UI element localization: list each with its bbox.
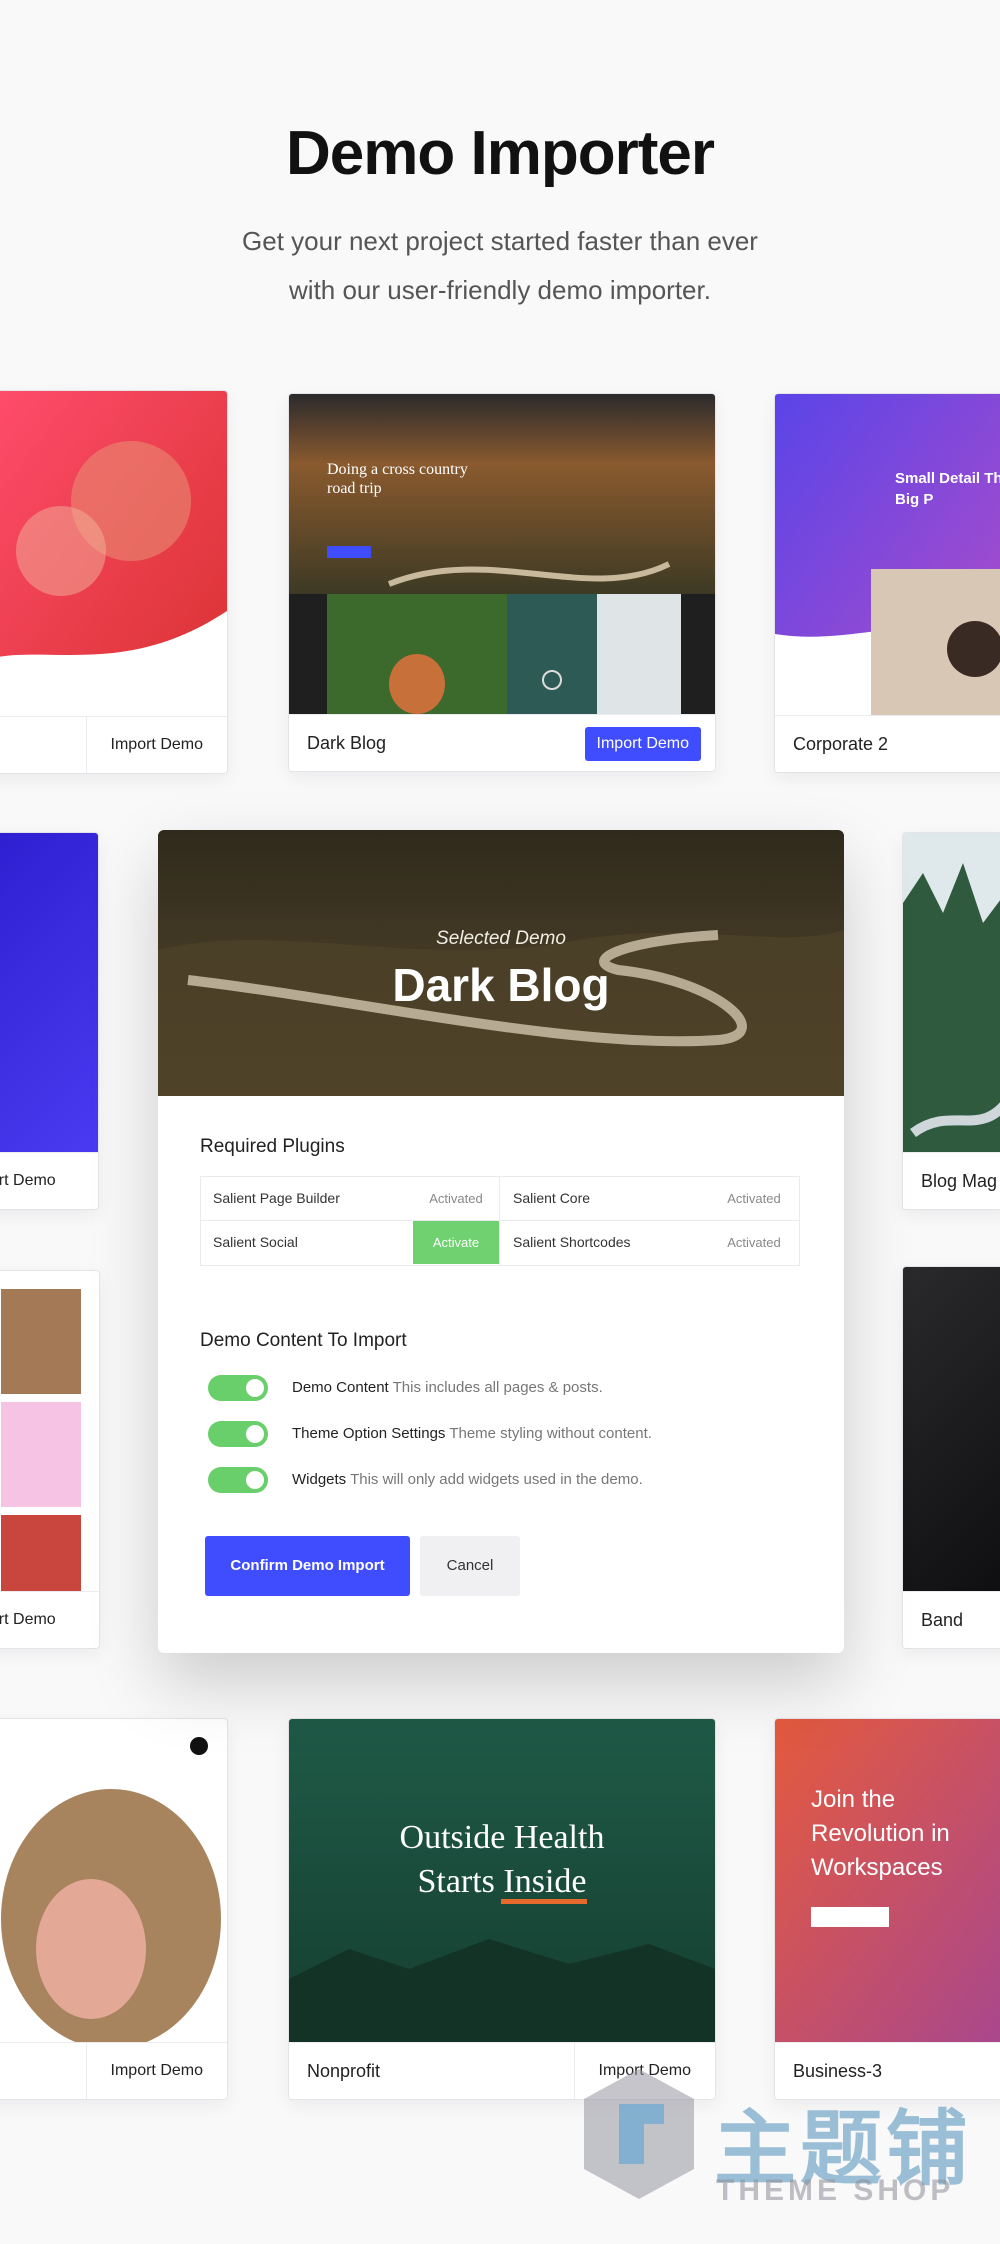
thumb-heading: Doing a cross country road trip: [327, 461, 468, 497]
demo-name: Corporate 2: [793, 734, 889, 754]
demo-card-footer: Band: [903, 1591, 1000, 1648]
demo-card-footer: Dark Blog Import Demo: [289, 714, 715, 771]
option-label: Demo Content: [292, 1379, 389, 1396]
demo-thumbnail: Outside Health Starts Inside: [289, 1719, 715, 2043]
option-desc: Theme styling without content.: [449, 1425, 652, 1442]
plugin-status: Activated: [727, 1191, 781, 1206]
modal-kicker: Selected Demo: [436, 928, 566, 949]
subtitle-line-1: Get your next project started faster tha…: [242, 226, 758, 256]
demo-card-footer: port Demo: [0, 1152, 98, 1209]
cancel-button[interactable]: Cancel: [420, 1536, 520, 1596]
thumb-heading-line-2: Starts Inside: [417, 1863, 587, 1900]
demo-card-footer: port Demo: [0, 1591, 99, 1648]
page-title: Demo Importer: [286, 119, 715, 188]
plugin-status: Activated: [429, 1191, 483, 1206]
demo-card-corporate-2[interactable]: Small Detail The Big P Corporate 2: [774, 393, 1000, 773]
watermark-en-text: THEME SHOP: [716, 2174, 955, 2207]
import-modal: Selected Demo Dark Blog Required Plugins…: [158, 830, 844, 1653]
demo-name: Blog Mag: [921, 1171, 998, 1191]
watermark-logo-icon: [584, 2069, 694, 2199]
import-demo-button[interactable]: Import Demo: [584, 727, 701, 761]
import-demo-button[interactable]: Import Demo: [85, 2043, 227, 2099]
plugin-name: Salient Social: [213, 1234, 298, 1250]
page-subtitle: Get your next project started faster tha…: [190, 217, 810, 315]
demo-card-business-3[interactable]: Join the Revolution in Workspaces Busine…: [774, 1718, 1000, 2100]
option-desc: This will only add widgets used in the d…: [350, 1471, 643, 1488]
import-demo-button[interactable]: port Demo: [0, 1592, 56, 1648]
option-label: Theme Option Settings: [292, 1425, 446, 1442]
plugin-status: Activated: [727, 1235, 781, 1250]
demo-card-bottom-left[interactable]: Import Demo: [0, 1718, 228, 2100]
subtitle-line-2: with our user-friendly demo importer.: [289, 275, 711, 305]
plugins-table: Salient Page Builder Activated Salient C…: [200, 1176, 800, 1266]
demo-content-title: Demo Content To Import: [200, 1330, 407, 1351]
plugin-name: Salient Page Builder: [213, 1190, 340, 1206]
plugin-name: Salient Core: [513, 1190, 591, 1206]
modal-title: Dark Blog: [392, 959, 610, 1011]
demo-card-dark-blog[interactable]: Doing a cross country road trip Dark Blo…: [288, 393, 716, 772]
option-theme-settings: Theme Option Settings Theme styling with…: [292, 1421, 652, 1447]
option-demo-content: Demo Content This includes all pages & p…: [292, 1375, 603, 1401]
modal-hero-image: Selected Demo Dark Blog: [158, 830, 844, 1096]
thumb-heading: Join the Revolution in Workspaces: [811, 1786, 950, 1881]
option-desc: This includes all pages & posts.: [392, 1379, 603, 1396]
activate-plugin-button[interactable]: Activate: [413, 1221, 499, 1264]
thumb-heading-line-1: Outside Health: [399, 1819, 605, 1856]
demo-card-footer: Corporate 2: [775, 715, 1000, 772]
demo-thumbnail: Doing a cross country road trip: [289, 394, 715, 715]
demo-thumbnail: [0, 391, 227, 717]
demo-content-toggle[interactable]: [208, 1375, 268, 1401]
option-label: Widgets: [292, 1471, 347, 1488]
demo-card-top-left[interactable]: Import Demo: [0, 390, 228, 774]
demo-card-lower-left[interactable]: port Demo: [0, 1270, 100, 1649]
demo-card-footer: Blog Mag: [903, 1152, 1000, 1209]
demo-name: Band: [921, 1610, 964, 1630]
demo-name: Nonprofit: [307, 2061, 381, 2081]
widgets-toggle[interactable]: [208, 1467, 268, 1493]
confirm-demo-import-button[interactable]: Confirm Demo Import: [205, 1536, 410, 1596]
demo-name: Dark Blog: [307, 733, 387, 753]
demo-thumbnail: [903, 833, 1000, 1153]
demo-card-mid-left[interactable]: port Demo: [0, 832, 99, 1210]
option-widgets: Widgets This will only add widgets used …: [292, 1467, 643, 1493]
demo-card-nonprofit[interactable]: Outside Health Starts Inside Nonprofit I…: [288, 1718, 716, 2100]
demo-thumbnail: [0, 833, 98, 1153]
plugin-name: Salient Shortcodes: [513, 1234, 631, 1250]
demo-thumbnail: Small Detail The Big P: [775, 394, 1000, 716]
demo-card-blog-mag[interactable]: Blog Mag: [902, 832, 1000, 1210]
demo-thumbnail: [903, 1267, 1000, 1592]
demo-thumbnail: [0, 1719, 227, 2043]
demo-card-footer: Import Demo: [0, 716, 227, 773]
thumb-heading: Small Detail The Big P: [895, 470, 1000, 508]
theme-option-settings-toggle[interactable]: [208, 1421, 268, 1447]
import-demo-button[interactable]: port Demo: [0, 1153, 56, 1209]
demo-card-band[interactable]: Band: [902, 1266, 1000, 1649]
import-demo-button[interactable]: Import Demo: [85, 717, 227, 773]
demo-thumbnail: Join the Revolution in Workspaces: [775, 1719, 1000, 2043]
required-plugins-title: Required Plugins: [200, 1136, 345, 1157]
demo-card-footer: Import Demo: [0, 2042, 227, 2099]
demo-thumbnail: [0, 1271, 99, 1592]
